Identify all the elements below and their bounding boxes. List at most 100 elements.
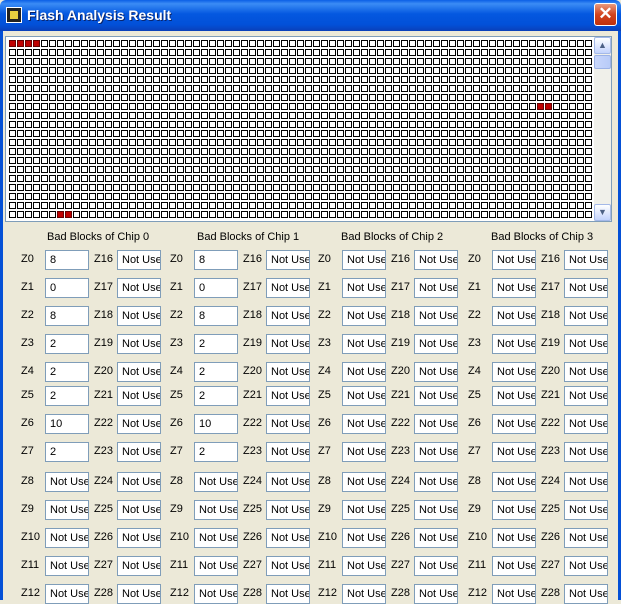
- chip-1-z17-field[interactable]: Not Use: [266, 278, 310, 298]
- chip-1-z24-field[interactable]: Not Use: [266, 472, 310, 492]
- chip-0-z23-field[interactable]: Not Use: [117, 442, 161, 462]
- chip-3-z20-field[interactable]: Not Use: [564, 362, 608, 382]
- chip-2-z8-field[interactable]: Not Use: [342, 472, 386, 492]
- chip-0-z24-field[interactable]: Not Use: [117, 472, 161, 492]
- chip-3-z24-field[interactable]: Not Use: [564, 472, 608, 492]
- chip-0-z8-field[interactable]: Not Use: [45, 472, 89, 492]
- chip-3-z2-field[interactable]: Not Use: [492, 306, 536, 326]
- chip-3-z10-field[interactable]: Not Use: [492, 528, 536, 548]
- chip-2-z0-field[interactable]: Not Use: [342, 250, 386, 270]
- chip-3-z3-field[interactable]: Not Use: [492, 334, 536, 354]
- chip-1-z21-field[interactable]: Not Use: [266, 386, 310, 406]
- chip-3-z23-field[interactable]: Not Use: [564, 442, 608, 462]
- chip-2-z26-field[interactable]: Not Use: [414, 528, 458, 548]
- block-map-scrollbar[interactable]: ▲ ▼: [594, 37, 611, 221]
- chip-3-z26-field[interactable]: Not Use: [564, 528, 608, 548]
- chip-1-z8-field[interactable]: Not Use: [194, 472, 238, 492]
- chip-1-z22-field[interactable]: Not Use: [266, 414, 310, 434]
- chip-3-z6-field[interactable]: Not Use: [492, 414, 536, 434]
- chip-2-z3-field[interactable]: Not Use: [342, 334, 386, 354]
- chip-3-z0-field[interactable]: Not Use: [492, 250, 536, 270]
- chip-0-z4-field[interactable]: 2: [45, 362, 89, 382]
- chip-3-z17-field[interactable]: Not Use: [564, 278, 608, 298]
- chip-2-z9-field[interactable]: Not Use: [342, 500, 386, 520]
- chip-3-z27-field[interactable]: Not Use: [564, 556, 608, 576]
- chip-1-z27-field[interactable]: Not Use: [266, 556, 310, 576]
- chip-1-z25-field[interactable]: Not Use: [266, 500, 310, 520]
- chip-3-z8-field[interactable]: Not Use: [492, 472, 536, 492]
- chip-1-z20-field[interactable]: Not Use: [266, 362, 310, 382]
- chip-2-z1-field[interactable]: Not Use: [342, 278, 386, 298]
- chip-0-z10-field[interactable]: Not Use: [45, 528, 89, 548]
- chip-3-z1-field[interactable]: Not Use: [492, 278, 536, 298]
- chip-0-z7-field[interactable]: 2: [45, 442, 89, 462]
- scroll-down-icon[interactable]: ▼: [594, 204, 611, 221]
- chip-2-z6-field[interactable]: Not Use: [342, 414, 386, 434]
- chip-2-z22-field[interactable]: Not Use: [414, 414, 458, 434]
- chip-3-z16-field[interactable]: Not Use: [564, 250, 608, 270]
- chip-1-z16-field[interactable]: Not Use: [266, 250, 310, 270]
- chip-2-z27-field[interactable]: Not Use: [414, 556, 458, 576]
- chip-0-z18-field[interactable]: Not Use: [117, 306, 161, 326]
- scroll-up-icon[interactable]: ▲: [594, 37, 611, 54]
- chip-2-z5-field[interactable]: Not Use: [342, 386, 386, 406]
- chip-2-z16-field[interactable]: Not Use: [414, 250, 458, 270]
- chip-3-z4-field[interactable]: Not Use: [492, 362, 536, 382]
- chip-2-z24-field[interactable]: Not Use: [414, 472, 458, 492]
- chip-1-z6-field[interactable]: 10: [194, 414, 238, 434]
- chip-0-z6-field[interactable]: 10: [45, 414, 89, 434]
- chip-3-z21-field[interactable]: Not Use: [564, 386, 608, 406]
- chip-0-z16-field[interactable]: Not Use: [117, 250, 161, 270]
- chip-1-z11-field[interactable]: Not Use: [194, 556, 238, 576]
- chip-0-z21-field[interactable]: Not Use: [117, 386, 161, 406]
- chip-3-z12-field[interactable]: Not Use: [492, 584, 536, 604]
- chip-1-z28-field[interactable]: Not Use: [266, 584, 310, 604]
- chip-0-z0-field[interactable]: 8: [45, 250, 89, 270]
- chip-2-z19-field[interactable]: Not Use: [414, 334, 458, 354]
- chip-3-z25-field[interactable]: Not Use: [564, 500, 608, 520]
- chip-3-z18-field[interactable]: Not Use: [564, 306, 608, 326]
- chip-0-z12-field[interactable]: Not Use: [45, 584, 89, 604]
- chip-2-z23-field[interactable]: Not Use: [414, 442, 458, 462]
- chip-2-z25-field[interactable]: Not Use: [414, 500, 458, 520]
- chip-0-z19-field[interactable]: Not Use: [117, 334, 161, 354]
- chip-2-z28-field[interactable]: Not Use: [414, 584, 458, 604]
- chip-1-z10-field[interactable]: Not Use: [194, 528, 238, 548]
- chip-2-z11-field[interactable]: Not Use: [342, 556, 386, 576]
- chip-2-z7-field[interactable]: Not Use: [342, 442, 386, 462]
- chip-2-z2-field[interactable]: Not Use: [342, 306, 386, 326]
- close-button[interactable]: ✕: [594, 3, 617, 26]
- chip-3-z28-field[interactable]: Not Use: [564, 584, 608, 604]
- chip-0-z2-field[interactable]: 8: [45, 306, 89, 326]
- chip-1-z5-field[interactable]: 2: [194, 386, 238, 406]
- chip-1-z23-field[interactable]: Not Use: [266, 442, 310, 462]
- chip-3-z11-field[interactable]: Not Use: [492, 556, 536, 576]
- chip-0-z22-field[interactable]: Not Use: [117, 414, 161, 434]
- chip-0-z9-field[interactable]: Not Use: [45, 500, 89, 520]
- chip-3-z7-field[interactable]: Not Use: [492, 442, 536, 462]
- chip-2-z12-field[interactable]: Not Use: [342, 584, 386, 604]
- chip-1-z4-field[interactable]: 2: [194, 362, 238, 382]
- chip-0-z17-field[interactable]: Not Use: [117, 278, 161, 298]
- chip-3-z19-field[interactable]: Not Use: [564, 334, 608, 354]
- chip-1-z0-field[interactable]: 8: [194, 250, 238, 270]
- chip-1-z1-field[interactable]: 0: [194, 278, 238, 298]
- chip-3-z22-field[interactable]: Not Use: [564, 414, 608, 434]
- chip-3-z5-field[interactable]: Not Use: [492, 386, 536, 406]
- chip-1-z7-field[interactable]: 2: [194, 442, 238, 462]
- chip-2-z17-field[interactable]: Not Use: [414, 278, 458, 298]
- chip-1-z12-field[interactable]: Not Use: [194, 584, 238, 604]
- chip-0-z27-field[interactable]: Not Use: [117, 556, 161, 576]
- chip-3-z9-field[interactable]: Not Use: [492, 500, 536, 520]
- chip-1-z2-field[interactable]: 8: [194, 306, 238, 326]
- chip-0-z3-field[interactable]: 2: [45, 334, 89, 354]
- chip-2-z21-field[interactable]: Not Use: [414, 386, 458, 406]
- chip-0-z1-field[interactable]: 0: [45, 278, 89, 298]
- chip-2-z18-field[interactable]: Not Use: [414, 306, 458, 326]
- chip-0-z20-field[interactable]: Not Use: [117, 362, 161, 382]
- chip-2-z4-field[interactable]: Not Use: [342, 362, 386, 382]
- chip-1-z3-field[interactable]: 2: [194, 334, 238, 354]
- chip-0-z25-field[interactable]: Not Use: [117, 500, 161, 520]
- chip-1-z18-field[interactable]: Not Use: [266, 306, 310, 326]
- chip-1-z26-field[interactable]: Not Use: [266, 528, 310, 548]
